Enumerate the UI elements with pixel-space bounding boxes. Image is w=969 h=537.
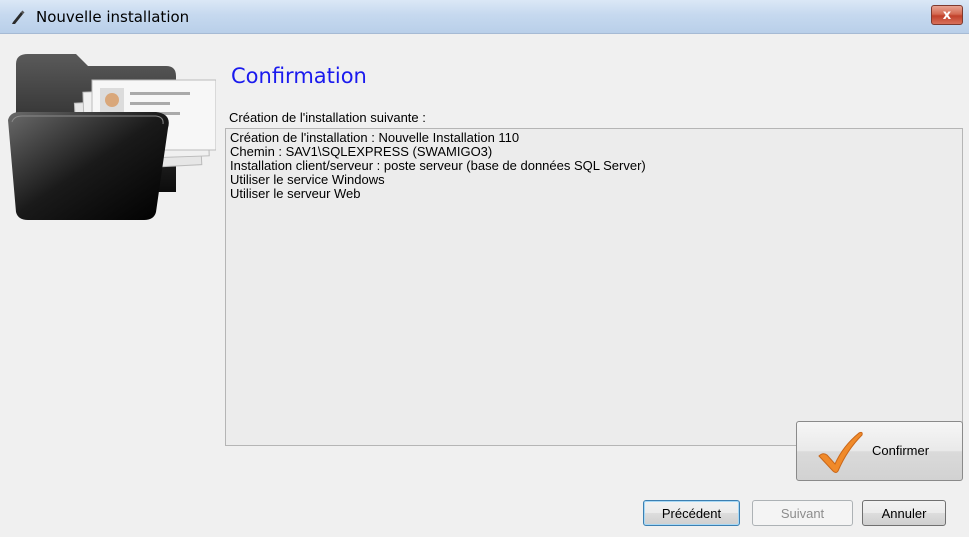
window-title: Nouvelle installation — [36, 8, 190, 26]
confirm-button[interactable]: Confirmer — [796, 421, 963, 481]
page-title: Confirmation — [231, 64, 367, 88]
close-button[interactable]: x — [931, 5, 963, 25]
summary-line: Création de l'installation : Nouvelle In… — [230, 130, 520, 145]
summary-line: Chemin : SAV1\SQLEXPRESS (SWAMIGO3) — [230, 144, 493, 159]
summary-textbox[interactable]: Création de l'installation : Nouvelle In… — [225, 128, 963, 446]
summary-line: Utiliser le service Windows — [230, 172, 385, 187]
previous-button[interactable]: Précédent — [643, 500, 740, 526]
cancel-button[interactable]: Annuler — [862, 500, 946, 526]
close-icon: x — [942, 7, 952, 23]
summary-line: Installation client/serveur : poste serv… — [230, 158, 646, 173]
summary-line: Utiliser le serveur Web — [230, 186, 361, 201]
folder-cards-icon — [8, 54, 216, 220]
title-bar: Nouvelle installation x — [0, 0, 969, 34]
summary-label: Création de l'installation suivante : — [229, 110, 426, 125]
confirm-button-label: Confirmer — [872, 443, 930, 458]
wizard-body: Confirmation Création de l'installation … — [0, 34, 969, 537]
pen-icon — [12, 10, 25, 24]
checkmark-icon — [818, 431, 863, 473]
installer-window: Nouvelle installation x Confirmation Cré… — [0, 0, 969, 537]
next-button[interactable]: Suivant — [752, 500, 853, 526]
